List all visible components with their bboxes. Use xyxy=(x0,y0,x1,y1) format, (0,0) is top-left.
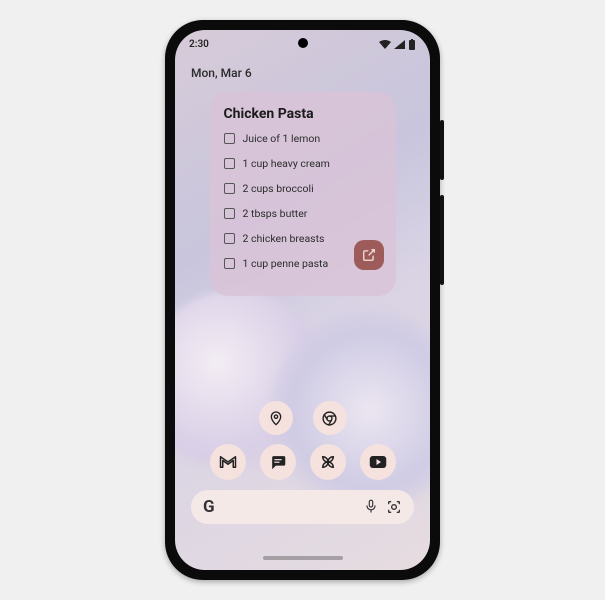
messages-icon xyxy=(269,454,287,470)
map-pin-icon xyxy=(268,410,284,426)
chrome-icon xyxy=(321,410,338,427)
app-row-2 xyxy=(175,444,430,480)
checkbox-icon[interactable] xyxy=(224,133,235,144)
search-bar[interactable]: G xyxy=(191,490,414,524)
messages-app[interactable] xyxy=(260,444,296,480)
list-item[interactable]: 2 cups broccoli xyxy=(224,182,382,195)
youtube-app[interactable] xyxy=(360,444,396,480)
wifi-icon xyxy=(379,40,391,49)
home-screen[interactable]: 2:30 Mon, Mar 6 Chicken Pasta Juice of 1… xyxy=(175,30,430,570)
list-item-label: 2 chicken breasts xyxy=(243,232,325,245)
checkbox-icon[interactable] xyxy=(224,208,235,219)
gmail-app[interactable] xyxy=(210,444,246,480)
lens-icon[interactable] xyxy=(386,499,402,515)
signal-icon xyxy=(394,40,405,49)
checkbox-icon[interactable] xyxy=(224,258,235,269)
list-item-label: 2 cups broccoli xyxy=(243,182,314,195)
phone-frame: 2:30 Mon, Mar 6 Chicken Pasta Juice of 1… xyxy=(165,20,440,580)
camera-punchhole xyxy=(298,38,308,48)
nav-handle[interactable] xyxy=(263,556,343,560)
youtube-icon xyxy=(369,455,387,469)
open-note-button[interactable] xyxy=(354,240,384,270)
pinwheel-icon xyxy=(319,453,337,471)
checkbox-icon[interactable] xyxy=(224,233,235,244)
volume-button[interactable] xyxy=(440,195,444,285)
checkbox-icon[interactable] xyxy=(224,158,235,169)
list-item-label: Juice of 1 lemon xyxy=(243,132,321,145)
widget-title: Chicken Pasta xyxy=(224,106,382,122)
google-logo: G xyxy=(203,497,215,517)
list-item[interactable]: 2 tbsps butter xyxy=(224,207,382,220)
gmail-icon xyxy=(219,455,237,469)
maps-app[interactable] xyxy=(259,401,293,435)
date-label: Mon, Mar 6 xyxy=(191,66,252,80)
battery-icon xyxy=(408,39,416,50)
checkbox-icon[interactable] xyxy=(224,183,235,194)
open-external-icon xyxy=(362,248,376,262)
list-item-label: 1 cup heavy cream xyxy=(243,157,330,170)
list-item[interactable]: 1 cup heavy cream xyxy=(224,157,382,170)
mic-icon[interactable] xyxy=(364,499,378,515)
power-button[interactable] xyxy=(440,120,444,180)
chrome-app[interactable] xyxy=(313,401,347,435)
notes-widget[interactable]: Chicken Pasta Juice of 1 lemon 1 cup hea… xyxy=(210,92,396,296)
list-item-label: 2 tbsps butter xyxy=(243,207,308,220)
status-time: 2:30 xyxy=(189,39,209,50)
photos-app[interactable] xyxy=(310,444,346,480)
list-item[interactable]: Juice of 1 lemon xyxy=(224,132,382,145)
list-item-label: 1 cup penne pasta xyxy=(243,257,329,270)
app-row-1 xyxy=(175,401,430,435)
status-icons xyxy=(379,39,416,50)
